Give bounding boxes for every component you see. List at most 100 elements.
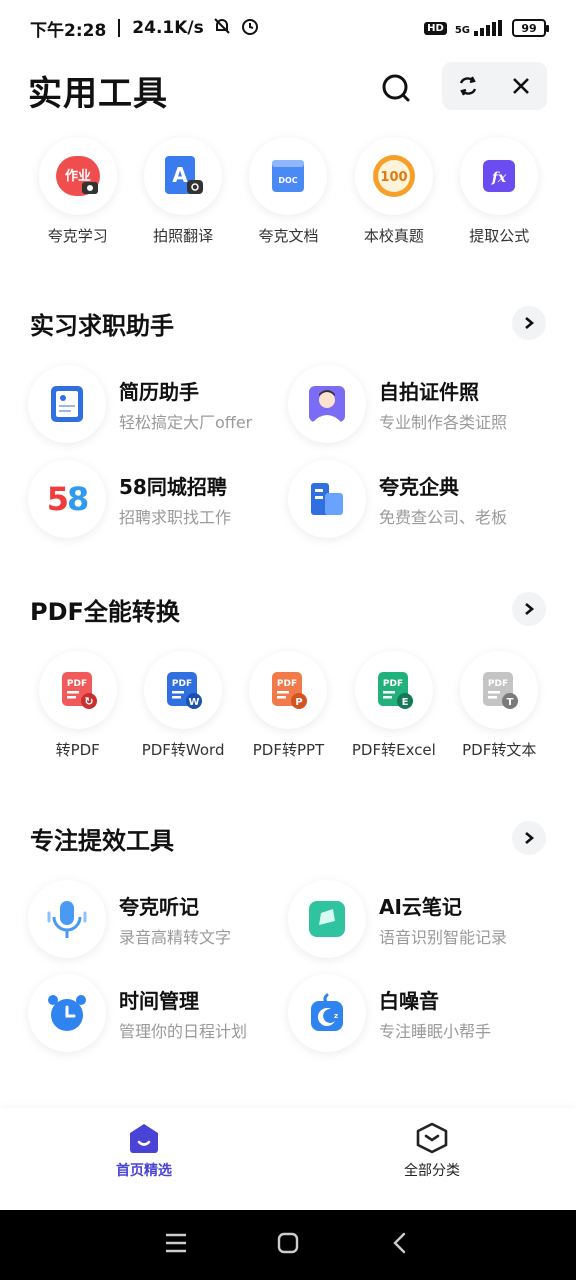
card-subtitle: 招聘求职找工作 bbox=[119, 507, 232, 527]
card-ai-note[interactable]: AI云笔记 语音识别智能记录 bbox=[288, 879, 538, 959]
svg-text:↻: ↻ bbox=[84, 695, 93, 708]
pdf-tools-row: PDF ↻ 转PDF PDF W PDF转Word PDF P PDF转PPT PDF… bbox=[0, 651, 576, 760]
pdf-tool-label: PDF转PPT bbox=[252, 741, 325, 759]
mute-icon bbox=[212, 16, 232, 41]
square-home-icon bbox=[277, 1232, 299, 1254]
pdf-to-text-icon: PDF T bbox=[460, 651, 539, 729]
chevron-right-icon bbox=[525, 603, 535, 615]
svg-text:P: P bbox=[296, 697, 303, 708]
pdf-to-word-icon: PDF W bbox=[144, 651, 223, 729]
pdf-tool-to-word[interactable]: PDF W PDF转Word bbox=[130, 651, 235, 760]
pdf-tool-to-text[interactable]: PDF T PDF转文本 bbox=[447, 651, 552, 760]
card-subtitle: 管理你的日程计划 bbox=[119, 1021, 248, 1041]
svg-text:W: W bbox=[189, 697, 200, 708]
tab-home-featured[interactable]: 首页精选 bbox=[0, 1108, 288, 1210]
home-featured-icon bbox=[130, 1124, 158, 1153]
pdf-tool-to-pdf[interactable]: PDF ↻ 转PDF bbox=[25, 651, 130, 760]
refresh-icon bbox=[460, 76, 477, 96]
section-pdf-more-button[interactable] bbox=[512, 592, 546, 626]
pdf-tool-label: PDF转Excel bbox=[351, 741, 436, 759]
pdf-to-excel-icon: PDF E bbox=[354, 651, 433, 729]
close-icon bbox=[512, 78, 529, 94]
pdf-tool-label: 转PDF bbox=[55, 741, 100, 759]
document-icon: DOC bbox=[249, 137, 328, 215]
back-button[interactable] bbox=[388, 1231, 412, 1259]
section-focus-more-button[interactable] bbox=[512, 821, 546, 855]
top-tools-row: 作业 夸克学习 A 拍照翻译 DOC 夸克文档 100 本校真题 fx 提取公式 bbox=[0, 137, 576, 246]
section-job-more-button[interactable] bbox=[512, 306, 546, 340]
search-button[interactable] bbox=[376, 68, 416, 108]
card-title: 白噪音 bbox=[379, 988, 439, 1013]
exam-100-icon: 100 bbox=[354, 137, 433, 215]
card-time-manage[interactable]: 时间管理 管理你的日程计划 bbox=[28, 973, 278, 1053]
status-separator bbox=[118, 19, 121, 37]
svg-text:DOC: DOC bbox=[279, 176, 298, 185]
tool-label: 夸克学习 bbox=[47, 227, 108, 245]
note-icon bbox=[288, 880, 366, 958]
back-arrow-icon bbox=[393, 1232, 406, 1254]
system-navigation-bar bbox=[0, 1210, 576, 1280]
formula-icon: fx bbox=[460, 137, 539, 215]
card-subtitle: 专业制作各类证照 bbox=[379, 412, 508, 432]
sleep-moon-icon: z bbox=[288, 974, 366, 1052]
card-company[interactable]: 夸克企典 免费查公司、老板 bbox=[288, 459, 538, 539]
page-title: 实用工具 bbox=[28, 74, 168, 114]
battery-level: 99 bbox=[521, 21, 537, 35]
card-white-noise[interactable]: z 白噪音 专注睡眠小帮手 bbox=[288, 973, 538, 1053]
menu-button[interactable] bbox=[164, 1232, 188, 1258]
tool-kuake-study[interactable]: 作业 夸克学习 bbox=[25, 137, 130, 246]
battery-icon: 99 bbox=[512, 19, 549, 37]
hd-badge: HD bbox=[424, 21, 447, 35]
tool-label: 本校真题 bbox=[363, 227, 424, 245]
resume-icon bbox=[28, 365, 106, 443]
id-photo-icon bbox=[288, 365, 366, 443]
alarm-icon bbox=[240, 16, 260, 41]
mini-app-capsule bbox=[442, 62, 547, 110]
58-logo-icon: 58 bbox=[28, 460, 106, 538]
svg-text:fx: fx bbox=[491, 170, 507, 186]
photo-translate-icon: A bbox=[144, 137, 223, 215]
card-title: 夸克企典 bbox=[379, 474, 459, 499]
card-id-photo[interactable]: 自拍证件照 专业制作各类证照 bbox=[288, 364, 538, 444]
tool-school-exam[interactable]: 100 本校真题 bbox=[341, 137, 446, 246]
section-title-job: 实习求职助手 bbox=[30, 312, 174, 340]
status-bar: 下午2:28 24.1K/s HD 5G 99 bbox=[0, 0, 576, 56]
svg-text:E: E bbox=[401, 697, 408, 708]
search-icon bbox=[382, 74, 410, 102]
home-button[interactable] bbox=[276, 1231, 300, 1259]
pdf-tool-to-excel[interactable]: PDF E PDF转Excel bbox=[341, 651, 446, 760]
microphone-icon bbox=[28, 880, 106, 958]
svg-text:z: z bbox=[334, 1012, 338, 1020]
tab-all-categories[interactable]: 全部分类 bbox=[288, 1108, 576, 1210]
card-title: 时间管理 bbox=[119, 988, 199, 1013]
card-subtitle: 语音识别智能记录 bbox=[379, 927, 508, 947]
menu-icon bbox=[166, 1233, 186, 1253]
status-time: 下午2:28 bbox=[30, 20, 107, 41]
tool-kuake-doc[interactable]: DOC 夸克文档 bbox=[236, 137, 341, 246]
svg-text:T: T bbox=[507, 697, 514, 708]
tool-photo-translate[interactable]: A 拍照翻译 bbox=[130, 137, 235, 246]
to-pdf-icon: PDF ↻ bbox=[38, 651, 117, 729]
svg-text:PDF: PDF bbox=[172, 679, 192, 689]
tool-label: 拍照翻译 bbox=[153, 227, 214, 245]
card-58-recruit[interactable]: 58 58同城招聘 招聘求职找工作 bbox=[28, 459, 278, 539]
svg-text:PDF: PDF bbox=[67, 679, 87, 689]
section-title-focus: 专注提效工具 bbox=[30, 827, 174, 855]
card-title: AI云笔记 bbox=[379, 894, 462, 919]
close-button[interactable] bbox=[501, 66, 541, 106]
bottom-tab-bar: 首页精选 全部分类 bbox=[0, 1108, 576, 1210]
card-title: 夸克听记 bbox=[119, 894, 199, 919]
card-resume[interactable]: 简历助手 轻松搞定大厂offer bbox=[28, 364, 278, 444]
tool-extract-formula[interactable]: fx 提取公式 bbox=[447, 137, 552, 246]
svg-text:100: 100 bbox=[380, 170, 407, 185]
refresh-button[interactable] bbox=[448, 66, 488, 106]
pdf-tool-to-ppt[interactable]: PDF P PDF转PPT bbox=[236, 651, 341, 760]
chevron-right-icon bbox=[525, 832, 535, 844]
signal-icon: 5G bbox=[455, 20, 504, 36]
card-listen-record[interactable]: 夸克听记 录音高精转文字 bbox=[28, 879, 278, 959]
alarm-clock-icon bbox=[28, 974, 106, 1052]
card-subtitle: 专注睡眠小帮手 bbox=[379, 1021, 492, 1041]
tool-label: 提取公式 bbox=[469, 227, 530, 245]
58-logo-text: 58 bbox=[46, 480, 90, 518]
company-icon bbox=[288, 460, 366, 538]
